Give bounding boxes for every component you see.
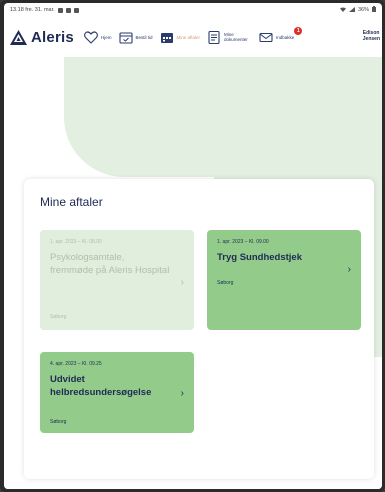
nav-home[interactable]: Hjem — [84, 25, 112, 49]
nav-inbox-label: Indbakke — [276, 34, 295, 40]
appointments-panel: Mine aftaler 1. apr. 2023 – Kl. 08.00 Ps… — [24, 179, 374, 479]
appointment-location: Søborg — [50, 419, 67, 425]
appointment-title: Tryg Sundhedstjek — [217, 252, 302, 263]
main-nav: Hjem Bestil tid Mine aftaler Mine dokume… — [84, 25, 305, 49]
appointment-card-past[interactable]: 1. apr. 2023 – Kl. 08.00 Psykologsamtale… — [40, 230, 194, 330]
nav-book-appointment[interactable]: Bestil tid — [118, 25, 153, 49]
wifi-icon — [339, 7, 346, 14]
chevron-right-icon: › — [180, 388, 184, 399]
user-name[interactable]: Edison Jensen — [363, 30, 380, 42]
calendar-icon — [160, 31, 174, 44]
media-icon — [65, 7, 71, 13]
status-time: 13.18 fre. 31. mar. — [10, 7, 55, 13]
appointment-card-upcoming[interactable]: 4. apr. 2023 – Kl. 09.25 Udvidet helbred… — [40, 352, 194, 433]
main-content: Mine aftaler 1. apr. 2023 – Kl. 08.00 Ps… — [4, 57, 382, 489]
signal-icon — [348, 6, 355, 14]
battery-level: 36% — [357, 7, 369, 13]
app-header: Aleris Hjem Bestil tid Mine aftaler Mine… — [4, 17, 382, 57]
appointment-date: 1. apr. 2023 – Kl. 09.00 — [217, 239, 269, 245]
appointment-location: Søborg — [50, 314, 67, 320]
screen: 13.18 fre. 31. mar. 36% Aleris Hjem Best… — [4, 3, 382, 489]
aleris-logo[interactable]: Aleris — [10, 29, 84, 46]
appointment-location: Søborg — [217, 280, 234, 286]
nav-my-appointments-label: Mine aftaler — [176, 34, 201, 40]
calendar-check-icon — [118, 31, 133, 44]
appointment-title: Udvidet helbredsundersøgelse — [50, 374, 152, 398]
document-icon — [207, 30, 221, 44]
aleris-logo-icon — [10, 29, 27, 45]
appointment-date: 4. apr. 2023 – Kl. 09.25 — [50, 361, 102, 367]
page-title: Mine aftaler — [40, 195, 103, 209]
nav-inbox[interactable]: Indbakke 1 — [259, 25, 303, 49]
notification-icon — [57, 7, 63, 13]
inbox-badge: 1 — [294, 26, 303, 35]
heart-icon — [84, 30, 98, 44]
status-bar: 13.18 fre. 31. mar. 36% — [4, 3, 382, 17]
appointment-date: 1. apr. 2023 – Kl. 08.00 — [50, 239, 102, 245]
battery-icon — [372, 6, 376, 14]
nav-home-label: Hjem — [101, 34, 112, 40]
tablet-frame: 13.18 fre. 31. mar. 36% Aleris Hjem Best… — [0, 0, 385, 492]
envelope-icon — [259, 31, 273, 44]
brand-name: Aleris — [31, 28, 74, 46]
chevron-right-icon: › — [347, 264, 351, 275]
nav-documents-label: Mine dokumenter — [224, 32, 248, 42]
appointment-card-upcoming[interactable]: 1. apr. 2023 – Kl. 09.00 Tryg Sundhedstj… — [207, 230, 361, 330]
appointment-title: Psykologsamtale, fremmøde på Aleris Hosp… — [50, 252, 170, 276]
nav-book-label: Bestil tid — [135, 34, 153, 40]
settings-icon — [73, 7, 79, 13]
chevron-right-icon: › — [180, 277, 184, 288]
nav-my-documents[interactable]: Mine dokumenter — [207, 25, 252, 49]
nav-my-appointments[interactable]: Mine aftaler — [160, 25, 201, 49]
user-last-name: Jensen — [362, 36, 380, 42]
